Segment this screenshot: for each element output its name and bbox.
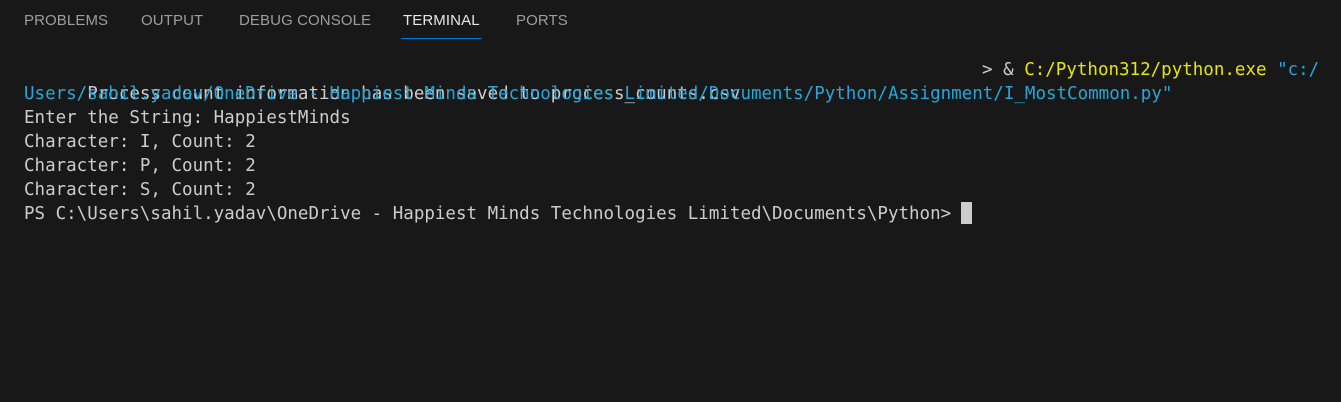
command-arg-start: "c:/ <box>1277 60 1320 80</box>
tab-output[interactable]: OUTPUT <box>141 12 203 29</box>
tab-ports[interactable]: PORTS <box>516 12 568 29</box>
command-operator: & <box>1003 60 1014 80</box>
command-start: > & C:/Python312/python.exe "c:/ <box>982 58 1319 82</box>
output-line: Character: P, Count: 2 <box>24 156 256 176</box>
tab-problems[interactable]: PROBLEMS <box>24 12 108 29</box>
terminal-line: Process count information has been saved… <box>24 58 1324 104</box>
active-tab-indicator <box>401 38 482 39</box>
output-line: Character: S, Count: 2 <box>24 180 256 200</box>
tab-terminal[interactable]: TERMINAL <box>403 12 480 29</box>
command-prompt-symbol: > <box>982 60 993 80</box>
terminal-cursor <box>961 202 973 224</box>
output-line: Character: I, Count: 2 <box>24 132 256 152</box>
panel-tab-bar: PROBLEMS OUTPUT DEBUG CONSOLE TERMINAL P… <box>0 0 1341 40</box>
prompt-line: PS C:\Users\sahil.yadav\OneDrive - Happi… <box>24 202 1324 226</box>
terminal-panel: PROBLEMS OUTPUT DEBUG CONSOLE TERMINAL P… <box>0 0 1341 402</box>
output-line: Enter the String: HappiestMinds <box>24 108 351 128</box>
command-arg-continuation: Users/sahil.yadav/OneDrive - Happiest Mi… <box>24 84 1173 104</box>
command-exe: C:/Python312/python.exe <box>1024 60 1267 80</box>
terminal-output[interactable]: Process count information has been saved… <box>24 58 1324 226</box>
tab-debug-console[interactable]: DEBUG CONSOLE <box>239 12 371 29</box>
shell-prompt: PS C:\Users\sahil.yadav\OneDrive - Happi… <box>24 204 952 224</box>
